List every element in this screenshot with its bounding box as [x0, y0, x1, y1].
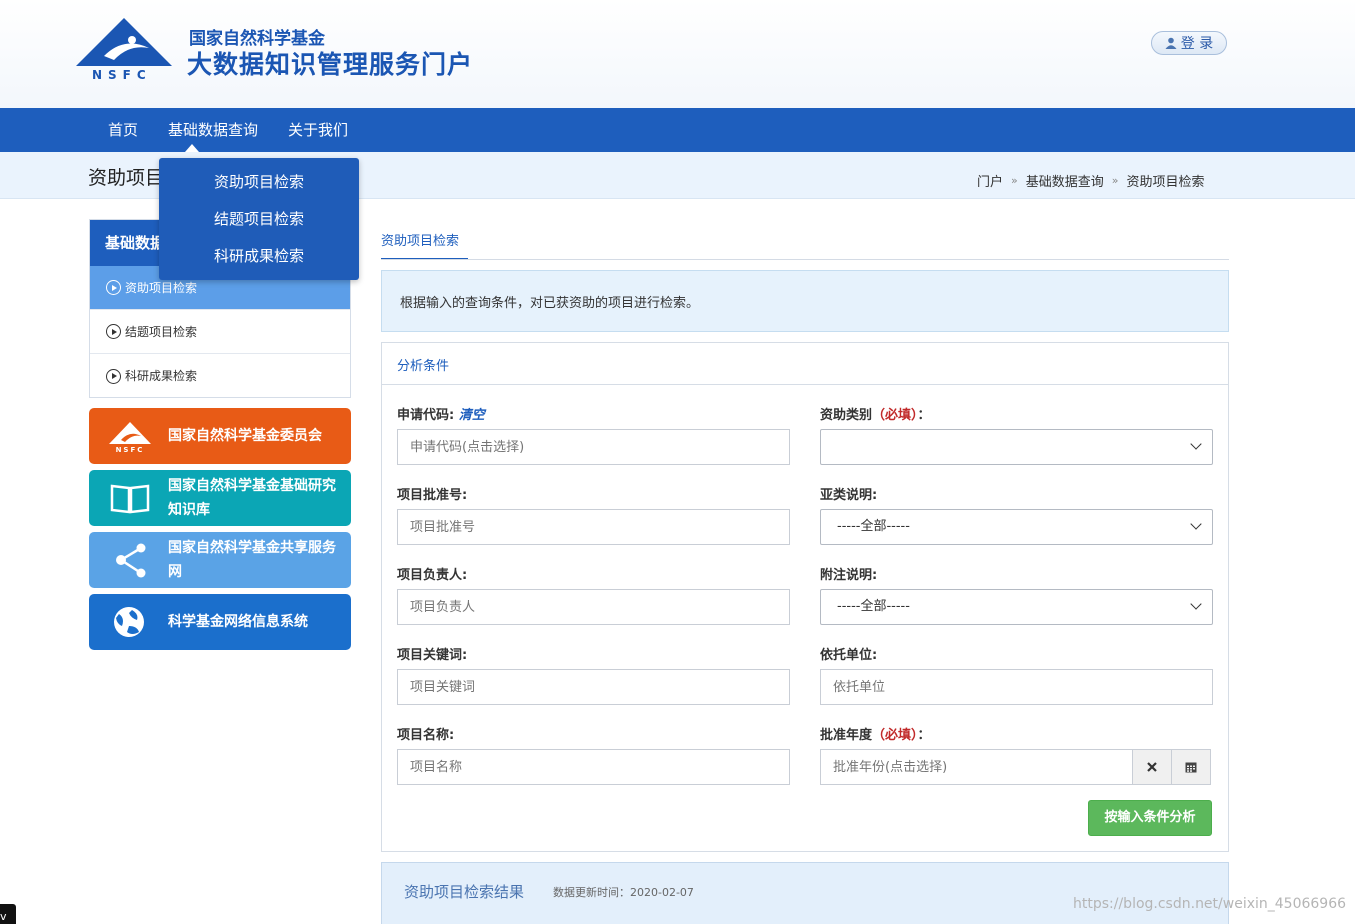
approval-no-label: 项目批准号:	[397, 488, 468, 503]
breadcrumb-portal[interactable]: 门户	[977, 171, 1003, 190]
corner-tab[interactable]: v	[0, 904, 16, 924]
tab-funded-search[interactable]: 资助项目检索	[381, 228, 468, 260]
fund-type-label: 资助类别（必填）：	[820, 404, 931, 423]
sub-type-label: 亚类说明:	[820, 488, 878, 503]
sub-type-select[interactable]: -----全部-----	[820, 509, 1213, 545]
chevron-down-icon	[1190, 598, 1202, 610]
info-text: 根据输入的查询条件，对已获资助的项目进行检索。	[400, 296, 700, 311]
login-label: 登 录	[1180, 36, 1214, 52]
link-card-nsfc[interactable]: NSFC 国家自然科学基金委员会	[89, 408, 351, 464]
leader-input[interactable]	[397, 589, 790, 625]
calendar-icon	[1185, 762, 1197, 773]
link-card-label: 国家自然科学基金委员会	[168, 428, 322, 444]
site-title-line2: 大数据知识管理服务门户	[187, 50, 474, 79]
project-name-input[interactable]	[397, 749, 790, 785]
nav-item-basic-data-query[interactable]: 基础数据查询	[168, 108, 258, 152]
sub-type-value: -----全部-----	[837, 519, 910, 534]
sidebar-item-concluded-search[interactable]: 结题项目检索	[90, 310, 350, 354]
required-mark: （必填）	[872, 728, 918, 743]
logo-wordmark: NSFC	[92, 68, 152, 82]
link-card-share-service[interactable]: 国家自然科学基金共享服务网	[89, 532, 351, 588]
dropdown-item-funded-search[interactable]: 资助项目检索	[159, 164, 359, 200]
dropdown-caret	[185, 144, 199, 152]
label-suffix: ：	[917, 728, 931, 743]
info-notice: 根据输入的查询条件，对已获资助的项目进行检索。	[381, 270, 1229, 332]
nav-item-home[interactable]: 首页	[108, 108, 138, 152]
nav-item-about-us[interactable]: 关于我们	[288, 108, 348, 152]
login-button[interactable]: 登 录	[1151, 31, 1227, 55]
breadcrumb-basic-data-query[interactable]: 基础数据查询	[1026, 171, 1104, 190]
breadcrumb: 门户 » 基础数据查询 » 资助项目检索	[977, 171, 1205, 190]
form-panel-header: 分析条件	[382, 343, 1228, 385]
result-panel: 资助项目检索结果 数据更新时间：2020-02-07	[381, 862, 1229, 924]
note-label: 附注说明:	[820, 568, 878, 583]
dropdown-item-concluded-search[interactable]: 结题项目检索	[159, 201, 359, 237]
main-nav: 首页 基础数据查询 关于我们	[0, 108, 1355, 152]
label-suffix: ：	[917, 408, 931, 423]
play-circle-icon	[106, 280, 121, 295]
chevron-down-icon	[1190, 518, 1202, 530]
link-card-label: 国家自然科学基金基础研究知识库	[168, 478, 336, 518]
watermark: https://blog.csdn.net/weixin_45066966	[1073, 896, 1347, 912]
keywords-input[interactable]	[397, 669, 790, 705]
fund-type-label-text: 资助类别	[820, 408, 873, 423]
nav-dropdown-menu: 资助项目检索 结题项目检索 科研成果检索	[159, 158, 359, 280]
tab-divider	[381, 259, 1229, 260]
link-card-network-system[interactable]: 科学基金网络信息系统	[89, 594, 351, 650]
fund-type-select[interactable]	[820, 429, 1213, 465]
sidebar-item-achievement-search[interactable]: 科研成果检索	[90, 354, 350, 398]
dropdown-item-achievement-search[interactable]: 科研成果检索	[159, 238, 359, 274]
note-select[interactable]: -----全部-----	[820, 589, 1213, 625]
nsfc-logo-icon: NSFC	[109, 422, 151, 454]
apply-code-label-text: 申请代码:	[397, 408, 455, 423]
globe-icon	[114, 607, 144, 637]
result-updated-time: 数据更新时间：2020-02-07	[553, 886, 694, 899]
site-header: NSFC 国家自然科学基金 大数据知识管理服务门户 登 录	[0, 0, 1355, 108]
breadcrumb-separator: »	[1111, 174, 1119, 187]
calendar-button[interactable]	[1171, 749, 1211, 785]
share-icon	[116, 543, 146, 578]
link-card-label: 国家自然科学基金共享服务网	[168, 540, 336, 580]
approval-year-input[interactable]	[820, 749, 1133, 785]
play-circle-icon	[106, 368, 121, 384]
required-mark: （必填）	[872, 408, 918, 423]
link-card-knowledge-base[interactable]: 国家自然科学基金基础研究知识库	[89, 470, 351, 526]
user-icon	[1165, 37, 1177, 49]
apply-code-input[interactable]	[397, 429, 790, 465]
leader-label: 项目负责人:	[397, 568, 468, 583]
book-icon	[110, 484, 150, 514]
approval-no-input[interactable]	[397, 509, 790, 545]
approval-year-label-text: 批准年度	[820, 728, 873, 743]
apply-code-label: 申请代码: 清空	[397, 404, 485, 423]
form-title: 分析条件	[397, 359, 450, 374]
breadcrumb-separator: »	[1011, 174, 1018, 187]
sidebar-item-label: 结题项目检索	[125, 324, 198, 339]
link-card-label: 科学基金网络信息系统	[168, 614, 308, 630]
analyze-button[interactable]: 按输入条件分析	[1088, 800, 1212, 836]
play-circle-icon	[106, 324, 121, 339]
project-name-label: 项目名称:	[397, 728, 455, 743]
close-icon	[1147, 762, 1157, 772]
result-title: 资助项目检索结果	[404, 883, 525, 901]
note-value: -----全部-----	[837, 599, 910, 614]
approval-year-label: 批准年度（必填）：	[820, 724, 931, 743]
sidebar-item-label: 科研成果检索	[125, 369, 198, 383]
chevron-down-icon	[1190, 438, 1202, 450]
institution-label: 依托单位:	[820, 648, 878, 663]
clear-year-button[interactable]	[1132, 749, 1172, 785]
svg-text:NSFC: NSFC	[116, 446, 145, 454]
breadcrumb-current: 资助项目检索	[1126, 175, 1205, 190]
institution-input[interactable]	[820, 669, 1213, 705]
keywords-label: 项目关键词:	[397, 648, 468, 663]
clear-apply-code-link[interactable]: 清空	[459, 408, 485, 423]
